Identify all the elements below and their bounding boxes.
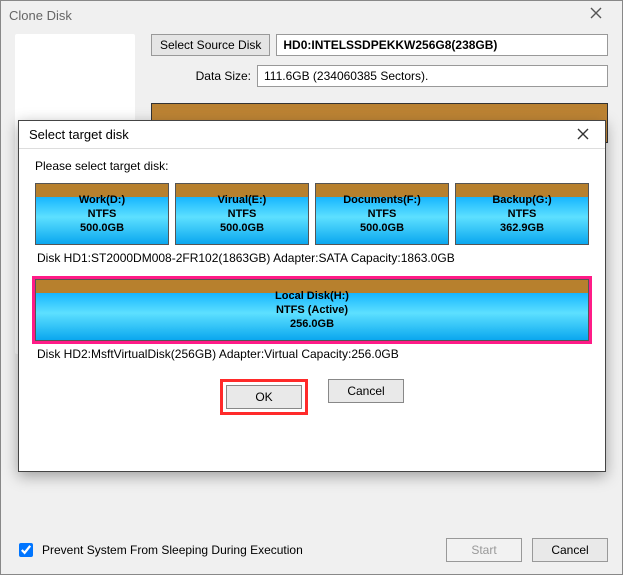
partition-fs: NTFS (Active) — [276, 303, 348, 317]
main-close-button[interactable] — [578, 6, 614, 24]
prevent-sleep-label: Prevent System From Sleeping During Exec… — [42, 543, 303, 557]
partition-name: Local Disk(H:) — [275, 289, 349, 303]
ok-highlight: OK — [220, 379, 308, 415]
data-size-value: 111.6GB (234060385 Sectors). — [257, 65, 608, 87]
partition-name: Virual(E:) — [218, 193, 267, 207]
partition-fs: NTFS — [88, 207, 117, 221]
main-title: Clone Disk — [9, 8, 578, 23]
disk1-description: Disk HD1:ST2000DM008-2FR102(1863GB) Adap… — [37, 251, 589, 265]
partition-name: Backup(G:) — [492, 193, 551, 207]
partition-fs: NTFS — [228, 207, 257, 221]
prevent-sleep-checkbox[interactable]: Prevent System From Sleeping During Exec… — [15, 540, 436, 560]
data-size-row: Data Size: 111.6GB (234060385 Sectors). — [151, 65, 608, 87]
partition-name: Documents(F:) — [343, 193, 421, 207]
main-cancel-button[interactable]: Cancel — [532, 538, 608, 562]
partition-fs: NTFS — [508, 207, 537, 221]
partition-fs: NTFS — [368, 207, 397, 221]
modal-cancel-button[interactable]: Cancel — [328, 379, 404, 403]
close-icon — [577, 128, 589, 140]
partition-size: 500.0GB — [220, 221, 264, 235]
select-target-disk-dialog: Select target disk Please select target … — [18, 120, 606, 472]
disk2-partition-row: Local Disk(H:) NTFS (Active) 256.0GB — [35, 279, 589, 341]
partition-size: 500.0GB — [80, 221, 124, 235]
modal-title: Select target disk — [29, 127, 571, 142]
data-size-label: Data Size: — [151, 69, 251, 83]
partition-virual-e[interactable]: Virual(E:) NTFS 500.0GB — [175, 183, 309, 245]
start-button: Start — [446, 538, 522, 562]
partition-backup-g[interactable]: Backup(G:) NTFS 362.9GB — [455, 183, 589, 245]
disk1-partition-row: Work(D:) NTFS 500.0GB Virual(E:) NTFS 50… — [35, 183, 589, 245]
partition-local-disk-h[interactable]: Local Disk(H:) NTFS (Active) 256.0GB — [35, 279, 589, 341]
source-row: Select Source Disk HD0:INTELSSDPEKKW256G… — [151, 34, 608, 56]
modal-button-row: OK Cancel — [35, 379, 589, 415]
prevent-sleep-input[interactable] — [19, 543, 33, 557]
close-icon — [590, 7, 602, 19]
modal-body: Please select target disk: Work(D:) NTFS… — [19, 149, 605, 427]
partition-size: 500.0GB — [360, 221, 404, 235]
source-disk-value: HD0:INTELSSDPEKKW256G8(238GB) — [276, 34, 608, 56]
ok-button[interactable]: OK — [226, 385, 302, 409]
partition-size: 362.9GB — [500, 221, 544, 235]
disk2-description: Disk HD2:MsftVirtualDisk(256GB) Adapter:… — [37, 347, 589, 361]
modal-titlebar: Select target disk — [19, 121, 605, 149]
select-source-disk-button[interactable]: Select Source Disk — [151, 34, 270, 56]
partition-work-d[interactable]: Work(D:) NTFS 500.0GB — [35, 183, 169, 245]
partition-documents-f[interactable]: Documents(F:) NTFS 500.0GB — [315, 183, 449, 245]
main-titlebar: Clone Disk — [1, 1, 622, 29]
partition-name: Work(D:) — [79, 193, 125, 207]
bottom-bar: Prevent System From Sleeping During Exec… — [15, 538, 608, 562]
partition-size: 256.0GB — [290, 317, 334, 331]
modal-prompt: Please select target disk: — [35, 159, 589, 173]
modal-close-button[interactable] — [571, 127, 595, 143]
